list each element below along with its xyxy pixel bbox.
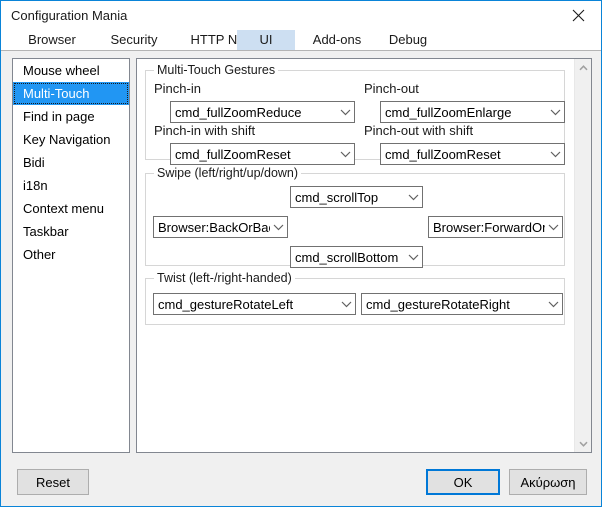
label-pinch-in-with-shift: Pinch-in with shift [154,123,256,138]
combo-swipe-left-value: Browser:BackOrBackI [158,219,270,235]
tab-add-ons[interactable]: Add-ons [301,30,373,50]
chevron-down-icon [337,150,354,158]
combo-pinch-out-value: cmd_fullZoomEnlarge [385,104,512,120]
close-button[interactable] [555,1,601,30]
sidebar-item-i18n[interactable]: i18n [13,174,129,197]
sidebar-item-multi-touch[interactable]: Multi-Touch [13,82,129,105]
label-pinch-out-with-shift: Pinch-out with shift [364,123,474,138]
reset-button[interactable]: Reset [17,469,89,495]
sidebar-item-mouse-wheel[interactable]: Mouse wheel [13,59,129,82]
ok-button[interactable]: OK [426,469,500,495]
scroll-up-button[interactable] [575,59,591,76]
chevron-down-icon [578,441,588,447]
combo-swipe-left[interactable]: Browser:BackOrBackI [153,216,288,238]
chevron-down-icon [405,193,422,201]
settings-scroll-panel: Multi-Touch Gestures Pinch-in cmd_fullZo… [136,58,592,453]
combo-swipe-up-value: cmd_scrollTop [295,189,379,205]
label-pinch-in: Pinch-in [154,81,201,96]
combo-swipe-down-value: cmd_scrollBottom [295,249,399,265]
chevron-up-icon [578,64,588,71]
configuration-mania-dialog: Configuration Mania Browser Security HTT… [0,0,602,507]
combo-pinch-in-with-shift-value: cmd_fullZoomReset [175,146,291,162]
combo-pinch-out-with-shift[interactable]: cmd_fullZoomReset [380,143,565,165]
settings-content: Multi-Touch Gestures Pinch-in cmd_fullZo… [137,59,575,452]
tab-debug[interactable]: Debug [379,30,437,50]
scroll-down-button[interactable] [575,435,591,452]
group-twist: Twist (left-/right-handed) cmd_gestureRo… [145,271,565,325]
combo-swipe-down[interactable]: cmd_scrollBottom [290,246,423,268]
group-title-gestures: Multi-Touch Gestures [154,63,279,77]
group-title-swipe: Swipe (left/right/up/down) [154,166,302,180]
tab-security[interactable]: Security [97,30,171,50]
combo-swipe-right[interactable]: Browser:ForwardOrFo [428,216,563,238]
group-title-twist: Twist (left-/right-handed) [154,271,295,285]
combo-pinch-in-value: cmd_fullZoomReduce [175,104,302,120]
combo-twist-right-handed[interactable]: cmd_gestureRotateRight [361,293,563,315]
close-icon [572,9,585,22]
sidebar-item-other[interactable]: Other [13,243,129,266]
sidebar-item-taskbar[interactable]: Taskbar [13,220,129,243]
tab-bar: Browser Security HTTP Network UI Add-ons… [1,30,601,51]
combo-pinch-out[interactable]: cmd_fullZoomEnlarge [380,101,565,123]
combo-twist-left-handed-value: cmd_gestureRotateLeft [158,296,294,312]
combo-twist-left-handed[interactable]: cmd_gestureRotateLeft [153,293,356,315]
combo-pinch-in-with-shift[interactable]: cmd_fullZoomReset [170,143,355,165]
title-bar: Configuration Mania [1,1,601,31]
sidebar-item-bidi[interactable]: Bidi [13,151,129,174]
chevron-down-icon [338,300,355,308]
cancel-button[interactable]: Ακύρωση [509,469,587,495]
chevron-down-icon [270,223,287,231]
sidebar-item-context-menu[interactable]: Context menu [13,197,129,220]
group-swipe: Swipe (left/right/up/down) cmd_scrollTop… [145,166,565,268]
chevron-down-icon [545,223,562,231]
window-title: Configuration Mania [11,8,128,23]
chevron-down-icon [547,150,564,158]
sidebar-item-find-in-page[interactable]: Find in page [13,105,129,128]
group-multi-touch-gestures: Multi-Touch Gestures Pinch-in cmd_fullZo… [145,63,565,165]
combo-pinch-in[interactable]: cmd_fullZoomReduce [170,101,355,123]
chevron-down-icon [337,108,354,116]
category-list[interactable]: Mouse wheel Multi-Touch Find in page Key… [12,58,130,453]
combo-swipe-up[interactable]: cmd_scrollTop [290,186,423,208]
chevron-down-icon [405,253,422,261]
combo-twist-right-handed-value: cmd_gestureRotateRight [366,296,510,312]
tab-ui[interactable]: UI [237,30,295,50]
chevron-down-icon [545,300,562,308]
combo-swipe-right-value: Browser:ForwardOrFo [433,219,545,235]
tab-browser[interactable]: Browser [13,30,91,50]
label-pinch-out: Pinch-out [364,81,419,96]
chevron-down-icon [547,108,564,116]
vertical-scrollbar[interactable] [574,59,591,452]
combo-pinch-out-with-shift-value: cmd_fullZoomReset [385,146,501,162]
sidebar-item-key-navigation[interactable]: Key Navigation [13,128,129,151]
